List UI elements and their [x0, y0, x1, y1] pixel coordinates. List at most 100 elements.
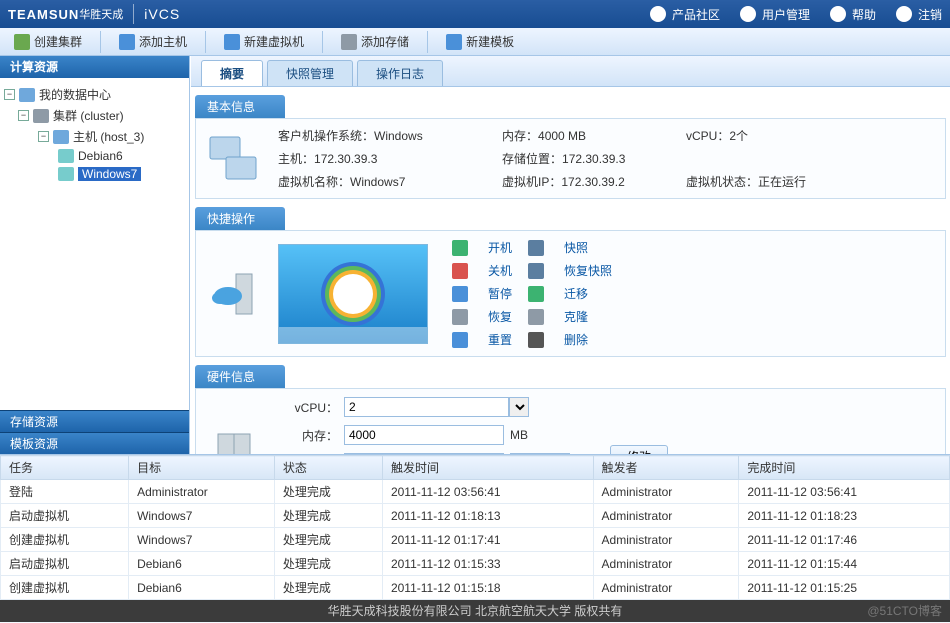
- user-icon: [740, 6, 756, 22]
- add-storage-button[interactable]: 添加存储: [333, 31, 417, 52]
- table-row[interactable]: 创建虚拟机Windows7处理完成2011-11-12 01:17:41Admi…: [1, 528, 950, 552]
- col-trigger-time[interactable]: 触发时间: [382, 456, 593, 480]
- host-tree-icon: [53, 130, 69, 144]
- collapse-icon[interactable]: −: [4, 89, 15, 100]
- section-basic: 客户机操作系统：Windows 内存：4000 MB vCPU：2个 主机：17…: [195, 118, 946, 199]
- disk-unit-select[interactable]: GB: [510, 453, 550, 454]
- sidebar-head-template[interactable]: 模板资源: [0, 432, 189, 454]
- nav-logout[interactable]: 注销: [896, 6, 942, 23]
- play-icon: [452, 240, 468, 256]
- brand-product: iVCS: [144, 6, 180, 22]
- migrate-icon: [528, 286, 544, 302]
- sidebar-head-compute: 计算资源: [0, 56, 189, 78]
- footer: 华胜天成科技股份有限公司 北京航空航天大学 版权共有 @51CTO博客: [0, 600, 950, 622]
- op-migrate[interactable]: 迁移: [564, 285, 612, 302]
- tab-oplog[interactable]: 操作日志: [357, 60, 443, 86]
- watermark: @51CTO博客: [867, 600, 942, 622]
- content-pane: 摘要 快照管理 操作日志 基本信息 客户机操作系统：Windows 内存：400…: [190, 56, 950, 454]
- op-snapshot[interactable]: 快照: [564, 239, 612, 256]
- table-row[interactable]: 登陆Administrator处理完成2011-11-12 03:56:41Ad…: [1, 480, 950, 504]
- tree-cluster[interactable]: −集群 (cluster): [18, 105, 185, 126]
- collapse-icon[interactable]: −: [18, 110, 29, 121]
- nav-community[interactable]: 产品社区: [650, 6, 720, 23]
- col-target[interactable]: 目标: [129, 456, 275, 480]
- brand-sub: 华胜天成: [79, 6, 123, 22]
- camera-icon: [528, 240, 544, 256]
- vm-tree-icon: [58, 167, 74, 181]
- vm-thumbnail[interactable]: [278, 244, 428, 344]
- col-trigger-by[interactable]: 触发者: [593, 456, 739, 480]
- delete-icon: [528, 332, 544, 348]
- task-panel: 任务 目标 状态 触发时间 触发者 完成时间 登陆Administrator处理…: [0, 454, 950, 600]
- sidebar-head-storage[interactable]: 存储资源: [0, 410, 189, 432]
- op-pause[interactable]: 暂停: [488, 285, 512, 302]
- op-restore[interactable]: 恢复快照: [564, 262, 612, 279]
- op-reset[interactable]: 重置: [488, 331, 512, 348]
- section-basic-head: 基本信息: [195, 95, 285, 118]
- clone-icon: [528, 309, 544, 325]
- cluster-icon: [14, 34, 30, 50]
- logout-icon: [896, 6, 912, 22]
- col-finish-time[interactable]: 完成时间: [739, 456, 950, 480]
- sidebar: 计算资源 −我的数据中心 −集群 (cluster) −主机 (host_3) …: [0, 56, 190, 454]
- brand-sep: [133, 4, 134, 24]
- section-quick: 开机 快照 关机 恢复快照 暂停 迁移 恢复 克隆 重置 删除: [195, 230, 946, 357]
- col-task[interactable]: 任务: [1, 456, 129, 480]
- storage-icon: [341, 34, 357, 50]
- table-row[interactable]: 启动虚拟机Debian6处理完成2011-11-12 01:15:33Admin…: [1, 552, 950, 576]
- table-row[interactable]: 启动虚拟机Windows7处理完成2011-11-12 01:18:13Admi…: [1, 504, 950, 528]
- vcpu-label: vCPU：: [278, 399, 338, 416]
- home-icon: [650, 6, 666, 22]
- quick-ops-grid: 开机 快照 关机 恢复快照 暂停 迁移 恢复 克隆 重置 删除: [452, 239, 612, 348]
- host-icon: [119, 34, 135, 50]
- task-table: 任务 目标 状态 触发时间 触发者 完成时间 登陆Administrator处理…: [0, 455, 950, 600]
- op-poweroff[interactable]: 关机: [488, 262, 512, 279]
- top-header: TEAMSUN 华胜天成 iVCS 产品社区 用户管理 帮助 注销: [0, 0, 950, 28]
- tab-summary[interactable]: 摘要: [201, 60, 263, 86]
- vm-tabs: 摘要 快照管理 操作日志: [191, 56, 950, 87]
- tree-root[interactable]: −我的数据中心: [4, 84, 185, 105]
- nav-help[interactable]: 帮助: [830, 6, 876, 23]
- collapse-icon[interactable]: −: [38, 131, 49, 142]
- help-icon: [830, 6, 846, 22]
- tree-vm-windows[interactable]: Windows7: [58, 165, 185, 183]
- mem-label: 内存：: [278, 427, 338, 444]
- section-hardware: vCPU： 内存： MB 硬盘： GB 网络适配器： 修改: [195, 388, 946, 454]
- brand-main: TEAMSUN: [8, 7, 79, 22]
- resource-tree: −我的数据中心 −集群 (cluster) −主机 (host_3) Debia…: [0, 78, 189, 410]
- mem-input[interactable]: [344, 425, 504, 445]
- vcpu-input[interactable]: [344, 397, 509, 417]
- modify-button[interactable]: 修改: [610, 445, 668, 455]
- template-icon: [446, 34, 462, 50]
- tab-snapshot[interactable]: 快照管理: [267, 60, 353, 86]
- mem-unit: MB: [510, 428, 570, 442]
- op-clone[interactable]: 克隆: [564, 308, 612, 325]
- nav-user-mgmt[interactable]: 用户管理: [740, 6, 810, 23]
- new-template-button[interactable]: 新建模板: [438, 31, 522, 52]
- stop-icon: [452, 263, 468, 279]
- brand: TEAMSUN: [8, 7, 79, 22]
- vm-tree-icon: [58, 149, 74, 163]
- vcpu-dropdown[interactable]: [509, 397, 529, 417]
- datacenter-icon: [19, 88, 35, 102]
- create-cluster-button[interactable]: 创建集群: [6, 31, 90, 52]
- tree-vm-debian[interactable]: Debian6: [58, 147, 185, 165]
- vm-icon: [224, 34, 240, 50]
- tree-host[interactable]: −主机 (host_3): [38, 126, 185, 147]
- op-resume[interactable]: 恢复: [488, 308, 512, 325]
- pause-icon: [452, 286, 468, 302]
- col-status[interactable]: 状态: [274, 456, 382, 480]
- op-poweron[interactable]: 开机: [488, 239, 512, 256]
- table-row[interactable]: 创建虚拟机Debian6处理完成2011-11-12 01:15:18Admin…: [1, 576, 950, 600]
- op-delete[interactable]: 删除: [564, 331, 612, 348]
- add-host-button[interactable]: 添加主机: [111, 31, 195, 52]
- monitor-icon: [206, 131, 262, 187]
- section-hardware-head: 硬件信息: [195, 365, 285, 388]
- ribbon-toolbar: 创建集群 添加主机 新建虚拟机 添加存储 新建模板: [0, 28, 950, 56]
- disk-dropdown[interactable]: [550, 453, 570, 454]
- resume-icon: [452, 309, 468, 325]
- restore-icon: [528, 263, 544, 279]
- disk-input[interactable]: [344, 453, 504, 454]
- cloud-server-icon: [206, 266, 262, 322]
- new-vm-button[interactable]: 新建虚拟机: [216, 31, 312, 52]
